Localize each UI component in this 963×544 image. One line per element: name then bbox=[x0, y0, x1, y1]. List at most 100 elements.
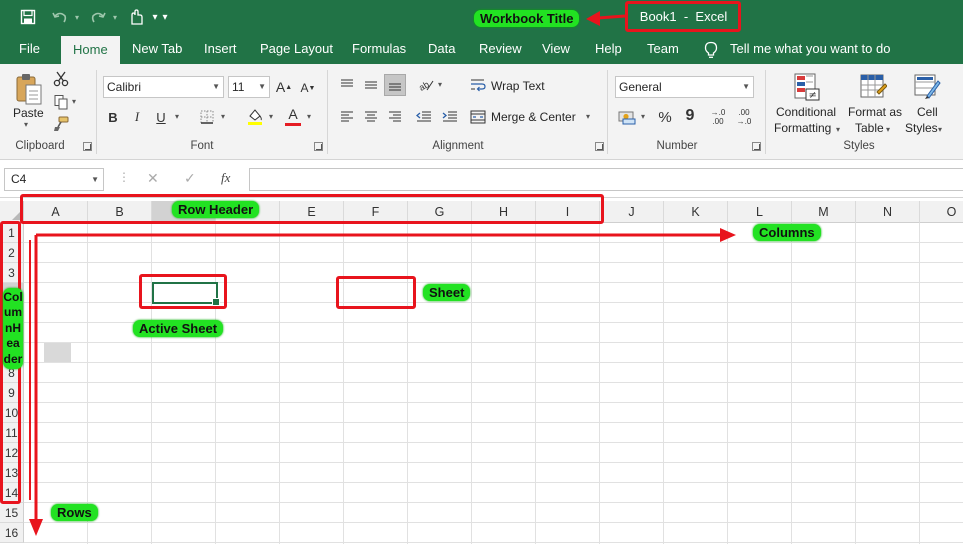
merge-center-button[interactable]: Merge & Center bbox=[491, 110, 576, 124]
formula-input[interactable] bbox=[249, 168, 963, 191]
shrink-font-button[interactable]: A ▼ bbox=[300, 79, 316, 97]
font-color-icon: A bbox=[288, 106, 298, 122]
column-header-k[interactable]: K bbox=[664, 201, 728, 223]
underline-dropdown-icon[interactable]: ▾ bbox=[175, 112, 179, 121]
cut-icon[interactable] bbox=[52, 70, 70, 88]
increase-indent-icon[interactable] bbox=[440, 108, 460, 126]
decrease-decimal-button[interactable]: .00 →.0 bbox=[732, 106, 756, 128]
middle-align-icon[interactable] bbox=[362, 76, 380, 94]
format-as-table-icon[interactable] bbox=[858, 71, 888, 103]
cell-styles-line2[interactable]: Styles bbox=[905, 121, 938, 135]
tab-page-layout[interactable]: Page Layout bbox=[260, 34, 333, 64]
conditional-dropdown-icon[interactable]: ▾ bbox=[836, 125, 840, 134]
font-color-dropdown-icon[interactable]: ▾ bbox=[307, 112, 311, 121]
font-launcher-icon[interactable] bbox=[314, 142, 323, 151]
tab-insert[interactable]: Insert bbox=[204, 34, 237, 64]
orientation-dropdown-icon[interactable]: ▾ bbox=[438, 80, 442, 89]
row-header-label: Row Header bbox=[172, 201, 260, 218]
cell-styles-line1[interactable]: Cell bbox=[917, 105, 938, 119]
number-format-select[interactable]: General ▼ bbox=[615, 76, 754, 98]
bottom-align-icon[interactable] bbox=[384, 74, 406, 96]
comma-style-button[interactable]: 9 bbox=[680, 106, 700, 126]
orientation-icon[interactable]: ab bbox=[416, 76, 436, 94]
column-header-j[interactable]: J bbox=[600, 201, 664, 223]
row-header-16[interactable]: 16 bbox=[0, 523, 24, 543]
wrap-text-button[interactable]: Wrap Text bbox=[491, 79, 545, 93]
accounting-dropdown-icon[interactable]: ▾ bbox=[641, 112, 645, 121]
insert-function-icon[interactable]: fx bbox=[221, 170, 239, 186]
percent-style-button[interactable]: % bbox=[655, 107, 675, 127]
format-table-dropdown-icon[interactable]: ▾ bbox=[886, 125, 890, 134]
merge-center-icon[interactable] bbox=[469, 108, 487, 126]
customize-qat-icon[interactable]: ▾ bbox=[158, 6, 172, 28]
cell-area[interactable] bbox=[24, 223, 963, 544]
conditional-formatting-icon[interactable]: ≠ bbox=[792, 71, 822, 103]
font-color-button[interactable]: A bbox=[284, 106, 302, 126]
align-left-icon[interactable] bbox=[338, 108, 356, 126]
save-icon[interactable] bbox=[16, 6, 40, 28]
lightbulb-icon[interactable] bbox=[704, 34, 718, 64]
undo-dropdown-icon[interactable]: ▾ bbox=[72, 6, 82, 28]
workbook-title-marker bbox=[625, 1, 741, 32]
highlighted-cell[interactable] bbox=[44, 343, 71, 362]
enter-icon[interactable]: ✓ bbox=[184, 170, 200, 187]
touch-mode-icon[interactable] bbox=[124, 6, 148, 28]
font-name-value: Calibri bbox=[107, 80, 142, 94]
tab-formulas[interactable]: Formulas bbox=[352, 34, 406, 64]
tab-data[interactable]: Data bbox=[428, 34, 455, 64]
column-header-m[interactable]: M bbox=[792, 201, 856, 223]
accounting-format-icon[interactable] bbox=[617, 108, 639, 126]
tab-view[interactable]: View bbox=[542, 34, 570, 64]
cell-styles-dropdown-icon[interactable]: ▾ bbox=[938, 125, 942, 134]
alignment-launcher-icon[interactable] bbox=[595, 142, 604, 151]
format-as-table-line2[interactable]: Table bbox=[855, 121, 884, 135]
column-header-l[interactable]: L bbox=[728, 201, 792, 223]
wrap-text-icon[interactable] bbox=[469, 76, 487, 94]
font-size-select[interactable]: 11 ▼ bbox=[228, 76, 270, 98]
styles-group-label: Styles bbox=[843, 140, 875, 152]
copy-dropdown-icon[interactable]: ▾ bbox=[72, 97, 76, 106]
paste-button[interactable] bbox=[12, 70, 46, 110]
tab-review[interactable]: Review bbox=[479, 34, 522, 64]
copy-icon[interactable] bbox=[52, 93, 70, 111]
align-center-icon[interactable] bbox=[362, 108, 380, 126]
redo-dropdown-icon[interactable]: ▾ bbox=[110, 6, 120, 28]
row-header-marker bbox=[20, 194, 604, 224]
increase-decimal-button[interactable]: →.0 .00 bbox=[706, 106, 730, 128]
grow-font-button[interactable]: A ▲ bbox=[276, 78, 292, 96]
decrease-indent-icon[interactable] bbox=[414, 108, 434, 126]
italic-button[interactable]: I bbox=[128, 108, 146, 126]
top-align-icon[interactable] bbox=[338, 76, 356, 94]
cancel-icon[interactable]: ✕ bbox=[147, 170, 163, 187]
format-as-table-line1[interactable]: Format as bbox=[848, 105, 902, 119]
tab-home[interactable]: Home bbox=[61, 36, 120, 64]
tab-new-tab[interactable]: New Tab bbox=[132, 34, 182, 64]
bold-button[interactable]: B bbox=[104, 108, 122, 126]
underline-button[interactable]: U bbox=[152, 108, 170, 126]
borders-icon[interactable] bbox=[198, 108, 216, 126]
tab-team[interactable]: Team bbox=[647, 34, 679, 64]
paste-dropdown-icon[interactable]: ▾ bbox=[24, 120, 28, 129]
column-header-o[interactable]: O bbox=[920, 201, 963, 223]
tab-file[interactable]: File bbox=[19, 34, 40, 64]
tab-help[interactable]: Help bbox=[595, 34, 622, 64]
borders-dropdown-icon[interactable]: ▾ bbox=[221, 112, 225, 121]
format-painter-icon[interactable] bbox=[52, 115, 70, 133]
column-header-n[interactable]: N bbox=[856, 201, 920, 223]
tell-me-search[interactable]: Tell me what you want to do bbox=[730, 34, 890, 64]
row-header-15[interactable]: 15 bbox=[0, 503, 24, 523]
clipboard-launcher-icon[interactable] bbox=[83, 142, 92, 151]
undo-icon[interactable] bbox=[48, 6, 72, 28]
align-right-icon[interactable] bbox=[386, 108, 404, 126]
merge-dropdown-icon[interactable]: ▾ bbox=[586, 112, 590, 121]
redo-icon[interactable] bbox=[86, 6, 110, 28]
name-box[interactable]: C4 ▼ bbox=[4, 168, 104, 191]
fill-color-icon[interactable] bbox=[245, 106, 265, 126]
cell-styles-icon[interactable] bbox=[912, 71, 942, 103]
conditional-formatting-line2[interactable]: Formatting bbox=[774, 121, 831, 135]
fill-color-dropdown-icon[interactable]: ▾ bbox=[269, 112, 273, 121]
font-name-select[interactable]: Calibri ▼ bbox=[103, 76, 224, 98]
number-launcher-icon[interactable] bbox=[752, 142, 761, 151]
formula-bar: C4 ▼ ⋮ ✕ ✓ fx bbox=[0, 160, 963, 198]
conditional-formatting-line1[interactable]: Conditional bbox=[776, 105, 836, 119]
